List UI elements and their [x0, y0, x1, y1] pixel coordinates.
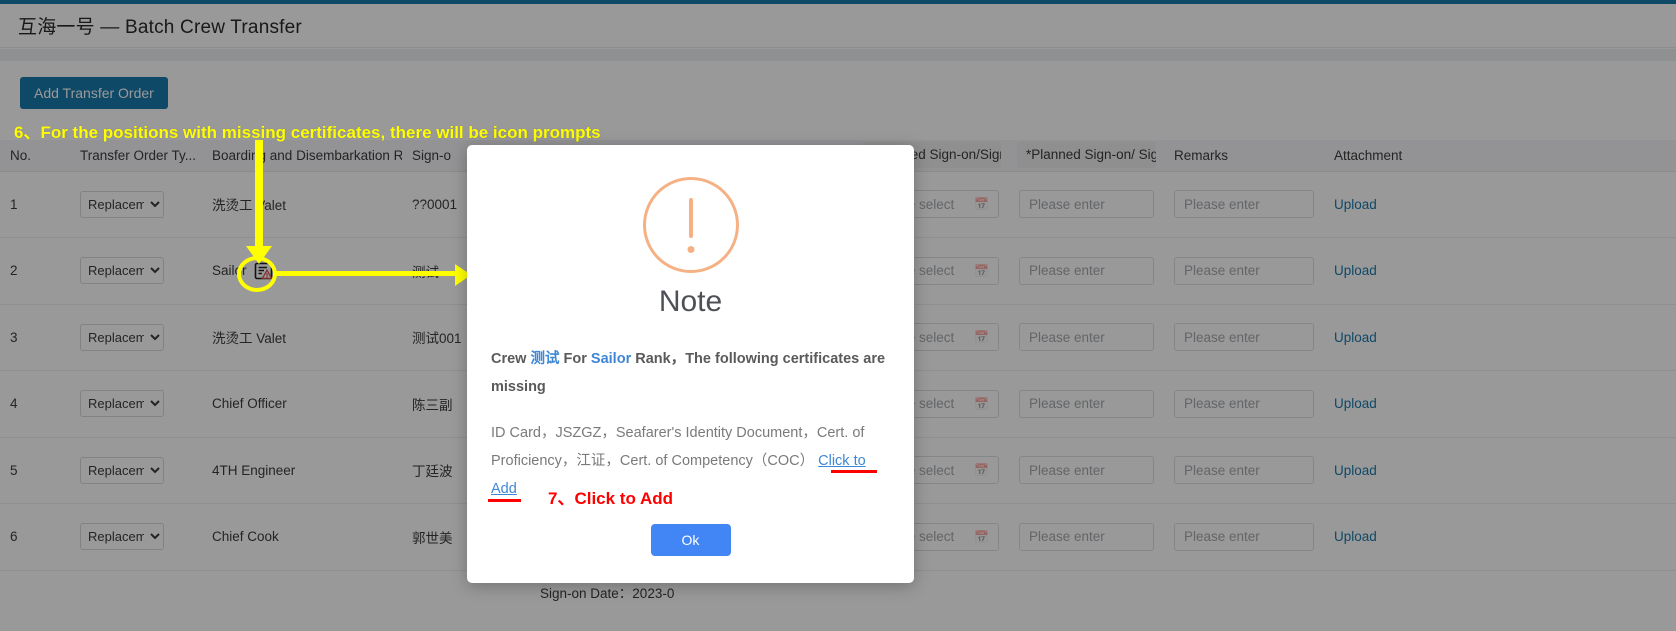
- message-mid: For: [559, 351, 591, 367]
- crew-name: 测试: [530, 351, 560, 367]
- missing-certificates-list: ID Card，JSZGZ，Seafarer's Identity Docume…: [491, 419, 890, 503]
- certificates-text: ID Card，JSZGZ，Seafarer's Identity Docume…: [491, 425, 865, 469]
- missing-certificates-message: Crew 测试 For Sailor Rank，The following ce…: [491, 345, 890, 401]
- exclamation-circle-icon: [642, 177, 739, 273]
- ok-button[interactable]: Ok: [650, 524, 731, 556]
- app-root: 互海一号 — Batch Crew Transfer Add Transfer …: [0, 0, 1676, 631]
- message-prefix: Crew: [491, 351, 531, 367]
- note-dialog-body: Crew 测试 For Sailor Rank，The following ce…: [491, 345, 890, 503]
- exclamation-dot: [687, 246, 694, 253]
- exclamation-bar: [688, 198, 693, 238]
- note-dialog-title: Note: [658, 285, 723, 318]
- note-dialog: Note Crew 测试 For Sailor Rank，The followi…: [467, 145, 914, 583]
- rank-name: Sailor: [590, 351, 632, 367]
